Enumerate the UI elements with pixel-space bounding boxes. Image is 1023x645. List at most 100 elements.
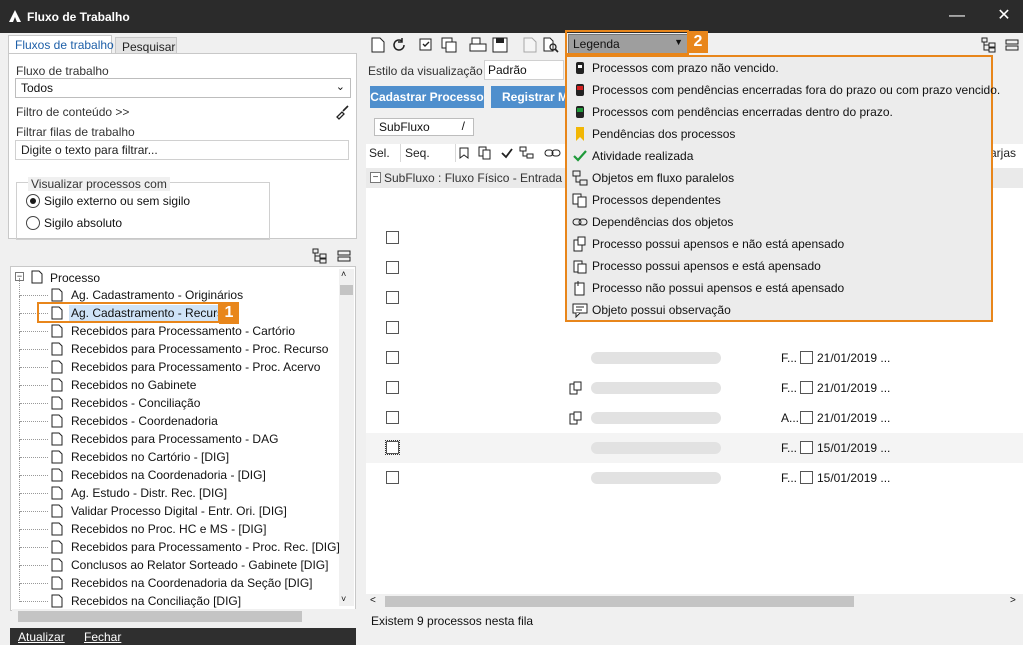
scroll-down-icon[interactable]: ˅ <box>341 594 346 604</box>
scroll-thumb[interactable] <box>18 611 302 622</box>
row-select-checkbox[interactable] <box>386 231 399 244</box>
tree-guide-line <box>19 566 20 584</box>
tree-guide-line <box>19 512 20 530</box>
lock-green-icon <box>576 106 584 118</box>
tree-vertical-scrollbar[interactable]: ˄ ˅ <box>339 269 354 606</box>
radio-sigilo-externo[interactable]: Sigilo externo ou sem sigilo <box>26 193 246 209</box>
tree-horizontal-scrollbar[interactable] <box>12 609 356 624</box>
link-column-icon[interactable] <box>544 147 562 159</box>
row-select-checkbox[interactable] <box>385 440 400 455</box>
row-select-checkbox[interactable] <box>386 381 399 394</box>
tree-guide-line <box>20 331 48 332</box>
close-window-button[interactable]: ✕ <box>994 6 1014 26</box>
legend-item: Dependências dos objetos <box>567 211 991 233</box>
document-icon <box>51 378 63 392</box>
refresh-button[interactable]: Atualizar <box>18 630 65 644</box>
document-icon <box>51 432 63 446</box>
row-select-checkbox[interactable] <box>386 291 399 304</box>
scroll-right-icon[interactable]: > <box>1010 595 1016 606</box>
lock-black-icon <box>576 62 584 74</box>
legend-item-text: Objetos em fluxo paralelos <box>592 171 735 185</box>
print-icon[interactable] <box>469 36 487 54</box>
workflow-select[interactable]: Todos ⌄ <box>15 78 351 98</box>
refresh-icon[interactable] <box>390 36 408 54</box>
no-attachments-attached-icon <box>569 411 582 425</box>
row-flag-checkbox[interactable] <box>800 471 813 484</box>
tree-item-label: Recebidos no Proc. HC e MS - [DIG] <box>71 522 267 536</box>
queue-filter-label: Filtrar filas de trabalho <box>16 125 135 139</box>
legend-item-text: Processos com pendências encerradas dent… <box>592 105 893 119</box>
legend-item: Processos com pendências encerradas fora… <box>567 79 1000 101</box>
tree-guide-line <box>19 368 20 386</box>
sort-slash-icon[interactable]: / <box>462 119 465 133</box>
parallel-column-icon[interactable] <box>519 146 535 160</box>
minimize-button[interactable]: — <box>947 6 967 26</box>
check-column-icon[interactable] <box>500 146 514 160</box>
radio-dot-selected <box>26 194 40 208</box>
dependent-column-icon[interactable] <box>478 146 492 160</box>
row-select-checkbox[interactable] <box>386 411 399 424</box>
collapse-grid-icon[interactable] <box>1004 37 1020 53</box>
legend-item: Processos dependentes <box>567 189 991 211</box>
collapse-group-icon[interactable]: − <box>370 172 381 183</box>
row-flag-checkbox[interactable] <box>800 441 813 454</box>
row-select-checkbox[interactable] <box>386 471 399 484</box>
search-document-icon[interactable] <box>542 36 560 54</box>
radio-sigilo-absoluto[interactable]: Sigilo absoluto <box>26 215 246 231</box>
window-title: Fluxo de Trabalho <box>27 10 130 24</box>
tab-fluxos[interactable]: Fluxos de trabalho <box>8 35 114 55</box>
redacted-cell <box>591 442 721 454</box>
select-all-icon[interactable] <box>418 36 436 54</box>
tree-guide-line <box>20 583 48 584</box>
tree-guide-line <box>20 511 48 512</box>
highlight-legend-dropdown <box>565 30 689 55</box>
tree-guide-line <box>20 349 48 350</box>
queue-filter-input[interactable]: Digite o texto para filtrar... <box>15 140 349 160</box>
view-style-select[interactable]: Padrão <box>484 60 564 80</box>
close-button[interactable]: Fechar <box>84 630 121 644</box>
tree-guide-line <box>20 439 48 440</box>
bookmark-column-icon[interactable] <box>458 147 470 159</box>
register-movement-button[interactable]: Registrar M <box>491 86 571 108</box>
grid-horizontal-scrollbar[interactable]: < > <box>366 594 1023 609</box>
scroll-thumb[interactable] <box>385 596 854 607</box>
subflow-group-chip[interactable]: SubFluxo / <box>374 118 474 136</box>
lock-red-icon <box>576 84 584 96</box>
row-flag-checkbox[interactable] <box>800 411 813 424</box>
content-filter-link[interactable]: Filtro de conteúdo >> <box>16 105 129 119</box>
redacted-cell <box>591 412 721 424</box>
legend-item: Processos com prazo não vencido. <box>567 57 991 79</box>
col-seq[interactable]: Seq. <box>402 144 456 162</box>
row-flag-checkbox[interactable] <box>800 351 813 364</box>
chevron-down-icon: ⌄ <box>335 81 345 93</box>
eraser-brush-icon[interactable] <box>334 104 350 120</box>
col-sel[interactable]: Sel. <box>366 144 401 162</box>
tree-guide-line <box>20 457 48 458</box>
tree-item-label: Recebidos para Processamento - Proc. Ace… <box>71 360 321 374</box>
scroll-thumb[interactable] <box>340 285 353 295</box>
document-icon <box>51 450 63 464</box>
expand-grid-icon[interactable] <box>981 37 997 53</box>
visualize-label: Visualizar processos com <box>28 177 170 191</box>
register-process-button[interactable]: Cadastrar Processo <box>370 86 484 108</box>
row-flag-checkbox[interactable] <box>800 381 813 394</box>
subflow-label: SubFluxo <box>379 120 430 134</box>
document-icon <box>51 396 63 410</box>
save-icon[interactable] <box>491 36 509 54</box>
row-select-checkbox[interactable] <box>386 261 399 274</box>
legend-item: Objeto possui observação <box>567 299 991 321</box>
row-select-checkbox[interactable] <box>386 321 399 334</box>
document-icon <box>51 594 63 608</box>
expand-tree-icon[interactable] <box>312 248 328 264</box>
row-select-checkbox[interactable] <box>386 351 399 364</box>
tree-item-label: Ag. Estudo - Distr. Rec. [DIG] <box>71 486 228 500</box>
tree-item-label: Validar Processo Digital - Entr. Ori. [D… <box>71 504 287 518</box>
collapse-tree-icon[interactable] <box>336 248 352 264</box>
scroll-left-icon[interactable]: < <box>370 595 376 606</box>
copy-icon[interactable] <box>440 36 458 54</box>
new-document-icon[interactable] <box>369 36 387 54</box>
tree-item-label: Recebidos para Processamento - DAG <box>71 432 279 446</box>
legend-item-text: Dependências dos objetos <box>592 215 734 229</box>
scroll-up-icon[interactable]: ˄ <box>341 269 346 279</box>
legend-item-text: Processo possui apensos e não está apens… <box>592 237 845 251</box>
